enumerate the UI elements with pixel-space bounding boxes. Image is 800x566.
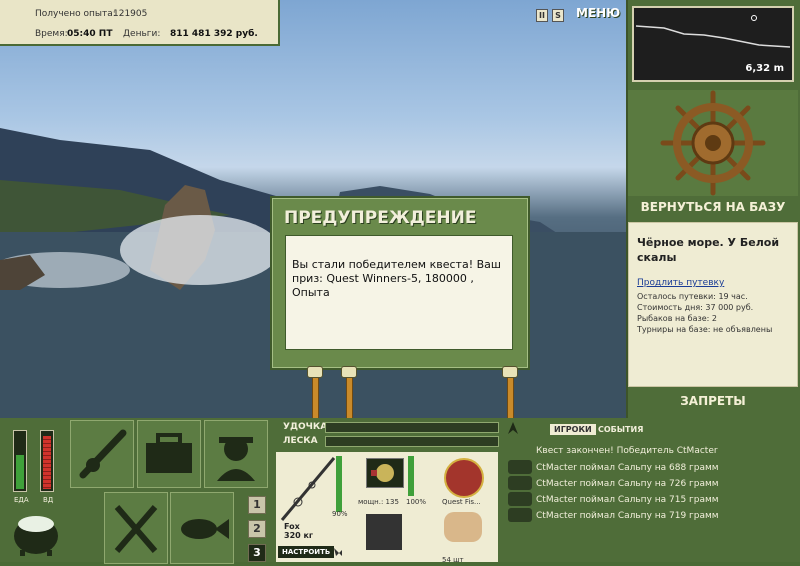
money-value: 811 481 392 руб. [170,29,258,39]
arrow-up-icon[interactable] [508,422,518,434]
line-spool-icon[interactable] [444,458,484,498]
rod-post [507,372,514,420]
fish-icon [508,508,532,522]
extend-permit-link[interactable]: Продлить путевку [637,278,724,288]
ship-wheel-icon [660,90,766,196]
rod-weight: 320 кг [284,531,314,540]
time-label: Время: [35,29,68,39]
menu-button[interactable]: МЕНЮ [576,6,620,20]
depth-chart: 6,32 m [632,6,794,82]
base-info-list: Осталось путевки: 19 час. Стоимость дня:… [637,291,772,335]
info-line: Турниры на базе: не объявлены [637,325,773,334]
fish-icon [181,519,229,539]
dialog-body: Вы стали победителем квеста! Ваш приз: Q… [285,235,513,350]
line-bar [325,436,499,447]
dialog-message: Вы стали победителем квеста! Ваш приз: Q… [292,258,501,299]
player-stats-panel: Получено опыта: 121905 Время: 05:40 ПТ Д… [0,0,280,46]
page-3-button[interactable]: 3 [248,544,266,562]
rod-name: Fox [284,522,300,531]
health-gauge-fill [43,436,51,489]
reel-durability-bar [408,456,414,496]
pause-button[interactable]: II [536,9,548,22]
reel-image[interactable] [366,458,404,488]
line-label: ЛЕСКА [283,436,318,446]
info-line: Осталось путевки: 19 час. [637,292,748,301]
list-item: CtMacter поймал Сальпу на 719 грамм [536,511,719,521]
xp-label: Получено опыта: [35,9,116,19]
fishing-rod-icon [79,429,127,479]
fork-knife-icon [114,505,158,553]
info-line: Стоимость дня: 37 000 руб. [637,303,754,312]
reel-percent: 100% [406,498,427,506]
page-2-button[interactable]: 2 [248,520,266,538]
food-button[interactable] [104,492,168,564]
bait-bread-icon[interactable] [444,512,482,542]
list-item: CtMacter поймал Сальпу на 726 грамм [536,479,719,489]
cauldron-icon[interactable] [10,506,62,558]
tackle-panel: 90% Fox 320 кг НАСТРОИТЬ мощн.: 135 100%… [276,452,498,564]
hook-slot[interactable] [366,514,402,550]
dialog-title: ПРЕДУПРЕЖДЕНИЕ [284,208,477,228]
list-item: CtMacter поймал Сальпу на 715 грамм [536,495,719,505]
food-gauge [13,430,27,492]
bait-qty: 54 шт [442,556,464,564]
hp-label: ВД [43,496,54,504]
fisherman-button[interactable] [204,420,268,488]
time-value: 05:40 ПТ [67,29,113,39]
tab-events[interactable]: СОБЫТИЯ [594,424,647,435]
reel-icon [371,464,394,482]
health-gauge [40,430,54,492]
xp-value: 121905 [113,9,148,19]
wave-splash [120,215,280,285]
rod-holder-icon[interactable] [502,366,518,378]
restrictions-button[interactable]: ЗАПРЕТЫ [628,392,798,410]
rod-image-icon [280,457,336,521]
page-1-button[interactable]: 1 [248,496,266,514]
fish-icon [508,460,532,474]
fish-icon [508,476,532,490]
arrow-down-right-icon[interactable] [332,546,344,558]
float-marker [751,15,757,21]
rod-post [346,372,353,420]
tab-players[interactable]: ИГРОКИ [550,424,596,435]
food-gauge-fill [16,455,24,489]
rod-percent: 90% [332,510,348,518]
list-item: CtMacter поймал Сальпу на 688 грамм [536,463,719,473]
location-info-box: Чёрное море. У Белой скалы Продлить путе… [628,222,798,387]
rod-label: УДОЧКА [283,422,328,432]
fish-icon [508,492,532,506]
rod-bar [325,422,499,433]
return-to-base-button[interactable]: ВЕРНУТЬСЯ НА БАЗУ [628,198,798,216]
tacklebox-button[interactable] [137,420,201,488]
rod-durability-bar [336,456,342,512]
food-label: ЕДА [14,496,29,504]
setup-button[interactable]: НАСТРОИТЬ [278,546,335,558]
info-line: Рыбаков на базе: 2 [637,314,717,323]
sound-button[interactable]: S [552,9,564,22]
fisherman-icon [217,437,255,481]
money-label: Деньги: [123,29,161,39]
rod-holder-icon[interactable] [307,366,323,378]
tacklebox-icon [146,433,192,473]
bottom-profile-line [635,25,791,48]
warning-dialog: ПРЕДУПРЕЖДЕНИЕ Вы стали победителем квес… [270,196,530,370]
ship-wheel-area[interactable] [628,90,798,196]
quest-done-text: Квест закончен! Победитель CtMacter [536,446,718,456]
rod-holder-icon[interactable] [341,366,357,378]
rod-post [312,372,319,420]
line-name: Quest Fis... [442,498,481,506]
events-panel: ИГРОКИ СОБЫТИЯ Квест закончен! Победител… [502,418,800,562]
rod-inventory-button[interactable] [70,420,134,488]
depth-value: 6,32 m [745,63,784,74]
reel-power: мощн.: 135 [358,498,399,506]
location-title: Чёрное море. У Белой скалы [637,236,780,264]
fish-keepnet-button[interactable] [170,492,234,564]
